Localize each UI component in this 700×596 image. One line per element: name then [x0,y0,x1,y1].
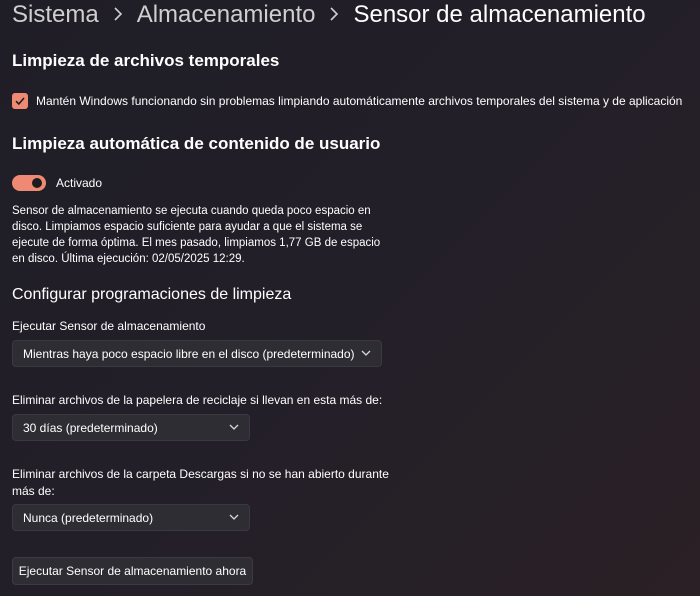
page-title: Sensor de almacenamiento [353,1,646,28]
downloads-value: Nunca (predeterminado) [23,510,154,525]
recycle-bin-dropdown[interactable]: 30 días (predeterminado) [12,414,250,441]
breadcrumb-item-sistema[interactable]: Sistema [12,1,99,29]
downloads-label: Eliminar archivos de la carpeta Descarga… [12,467,389,498]
checkmark-icon [15,97,25,106]
breadcrumb-item-almacenamiento[interactable]: Almacenamiento [137,1,316,29]
schedules-heading: Configurar programaciones de limpieza [12,286,292,303]
run-storage-sense-label: Ejecutar Sensor de almacenamiento [12,319,206,333]
chevron-right-icon [329,4,339,27]
temp-cleanup-checkbox-row[interactable]: Mantén Windows funcionando sin problemas… [12,93,682,109]
recycle-bin-value: 30 días (predeterminado) [23,420,158,435]
recycle-bin-label: Eliminar archivos de la papelera de reci… [12,393,383,407]
downloads-dropdown[interactable]: Nunca (predeterminado) [12,504,250,531]
chevron-down-icon [229,424,239,430]
user-cleanup-heading: Limpieza automática de contenido de usua… [12,134,381,153]
user-cleanup-toggle[interactable] [12,175,46,191]
temp-cleanup-checkbox-label: Mantén Windows funcionando sin problemas… [36,94,683,108]
storage-sense-description: Sensor de almacenamiento se ejecuta cuan… [12,205,381,265]
run-storage-sense-dropdown[interactable]: Mientras haya poco espacio libre en el d… [12,340,382,367]
temp-cleanup-heading: Limpieza de archivos temporales [12,51,280,70]
toggle-knob [32,178,42,188]
run-storage-sense-value: Mientras haya poco espacio libre en el d… [23,346,355,361]
breadcrumb: Sistema Almacenamiento Sensor de almacen… [12,0,646,32]
chevron-right-icon [113,4,123,27]
chevron-down-icon [229,514,239,520]
toggle-state-label: Activado [56,176,103,190]
user-cleanup-toggle-row[interactable]: Activado [12,175,102,191]
temp-cleanup-checkbox[interactable] [12,93,28,109]
chevron-down-icon [361,350,371,356]
run-storage-sense-now-button[interactable]: Ejecutar Sensor de almacenamiento ahora [12,557,253,585]
